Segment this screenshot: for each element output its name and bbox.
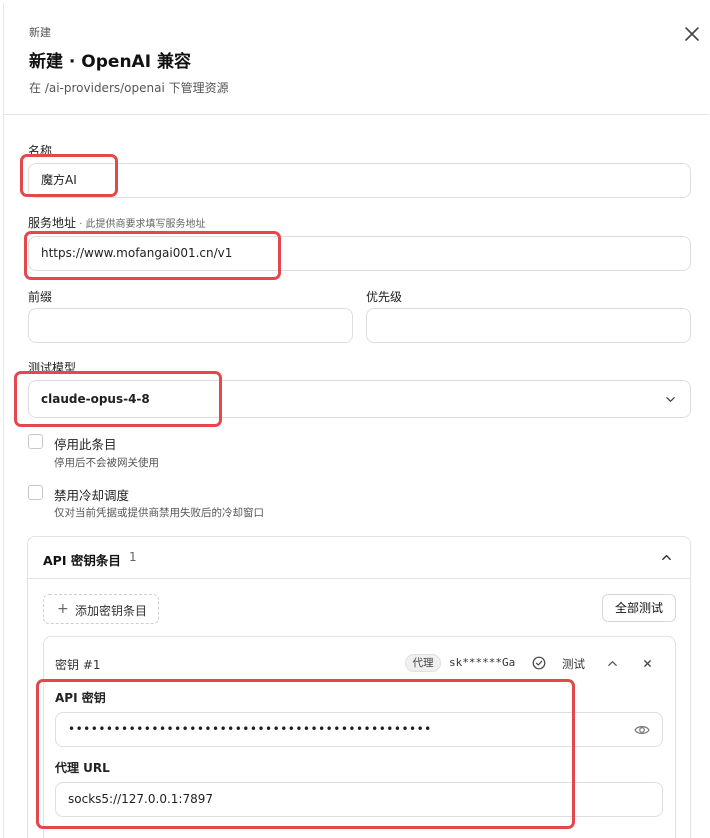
remove-key-icon[interactable] — [642, 658, 653, 669]
collapse-key-icon[interactable] — [607, 658, 618, 669]
proxy-url-value: socks5://127.0.0.1:7897 — [68, 792, 213, 806]
add-key-label: 添加密钥条目 — [75, 604, 148, 618]
service-url-label-text: 服务地址 — [28, 216, 77, 230]
drawer-title: 新建 · OpenAI 兼容 — [29, 52, 191, 72]
key-name: 密钥 #1 — [55, 658, 101, 672]
chevron-up-icon[interactable] — [661, 552, 672, 563]
disable-entry-desc: 停用后不会被网关使用 — [54, 457, 159, 469]
disable-entry-checkbox[interactable] — [28, 434, 43, 449]
test-key-button[interactable]: 测试 — [562, 656, 585, 672]
key-masked-value: sk******Ga — [449, 656, 516, 669]
service-url-hint: · 此提供商要求填写服务地址 — [76, 219, 206, 230]
api-key-input[interactable]: ••••••••••••••••••••••••••••••••••••••••… — [55, 712, 663, 747]
test-model-select[interactable]: claude-opus-4-8 — [28, 380, 691, 418]
drawer-header: 新建 新建 · OpenAI 兼容 在 /ai-providers/openai… — [4, 3, 709, 115]
add-key-button[interactable]: + 添加密钥条目 — [43, 594, 159, 624]
api-keys-header[interactable]: API 密钥条目 1 — [28, 537, 690, 579]
priority-input[interactable] — [366, 308, 691, 343]
provider-drawer: 新建 新建 · OpenAI 兼容 在 /ai-providers/openai… — [3, 3, 709, 838]
api-keys-section: API 密钥条目 1 + 添加密钥条目 全部测试 密钥 #1 代理 sk****… — [27, 536, 691, 838]
priority-label: 优先级 — [366, 290, 403, 304]
test-all-button[interactable]: 全部测试 — [602, 594, 676, 622]
test-model-value: claude-opus-4-8 — [41, 392, 150, 406]
api-key-value: ••••••••••••••••••••••••••••••••••••••••… — [68, 722, 432, 736]
api-keys-title: API 密钥条目 — [43, 553, 121, 568]
service-url-value: https://www.mofangai001.cn/v1 — [41, 246, 233, 260]
proxy-url-label: 代理 URL — [55, 761, 110, 775]
api-key-label: API 密钥 — [55, 691, 106, 705]
proxy-url-input[interactable]: socks5://127.0.0.1:7897 — [55, 782, 663, 817]
disable-cooldown-title: 禁用冷却调度 — [54, 488, 130, 503]
api-keys-count: 1 — [129, 550, 137, 564]
drawer-subtitle: 在 /ai-providers/openai 下管理资源 — [29, 81, 229, 95]
eye-icon[interactable] — [634, 723, 650, 737]
key-card: 密钥 #1 代理 sk******Ga 测试 API 密钥 ••••••••••… — [43, 636, 676, 838]
close-icon[interactable] — [683, 25, 701, 43]
prefix-input[interactable] — [28, 308, 353, 343]
check-circle-icon — [532, 656, 546, 670]
disable-cooldown-checkbox[interactable] — [28, 485, 43, 500]
name-value: 魔方AI — [41, 173, 77, 187]
prefix-label: 前缀 — [28, 290, 53, 304]
disable-cooldown-desc: 仅对当前凭据或提供商禁用失败后的冷却窗口 — [54, 507, 264, 519]
name-label: 名称 — [28, 144, 53, 158]
plus-icon: + — [57, 601, 69, 617]
chevron-down-icon — [666, 397, 675, 402]
proxy-badge: 代理 — [405, 654, 441, 672]
test-model-label: 测试模型 — [28, 361, 77, 375]
service-url-input[interactable]: https://www.mofangai001.cn/v1 — [28, 236, 691, 271]
service-url-label: 服务地址 · 此提供商要求填写服务地址 — [28, 214, 206, 231]
disable-entry-title: 停用此条目 — [54, 437, 117, 452]
drawer-eyebrow: 新建 — [29, 26, 51, 39]
name-input[interactable]: 魔方AI — [28, 163, 691, 198]
